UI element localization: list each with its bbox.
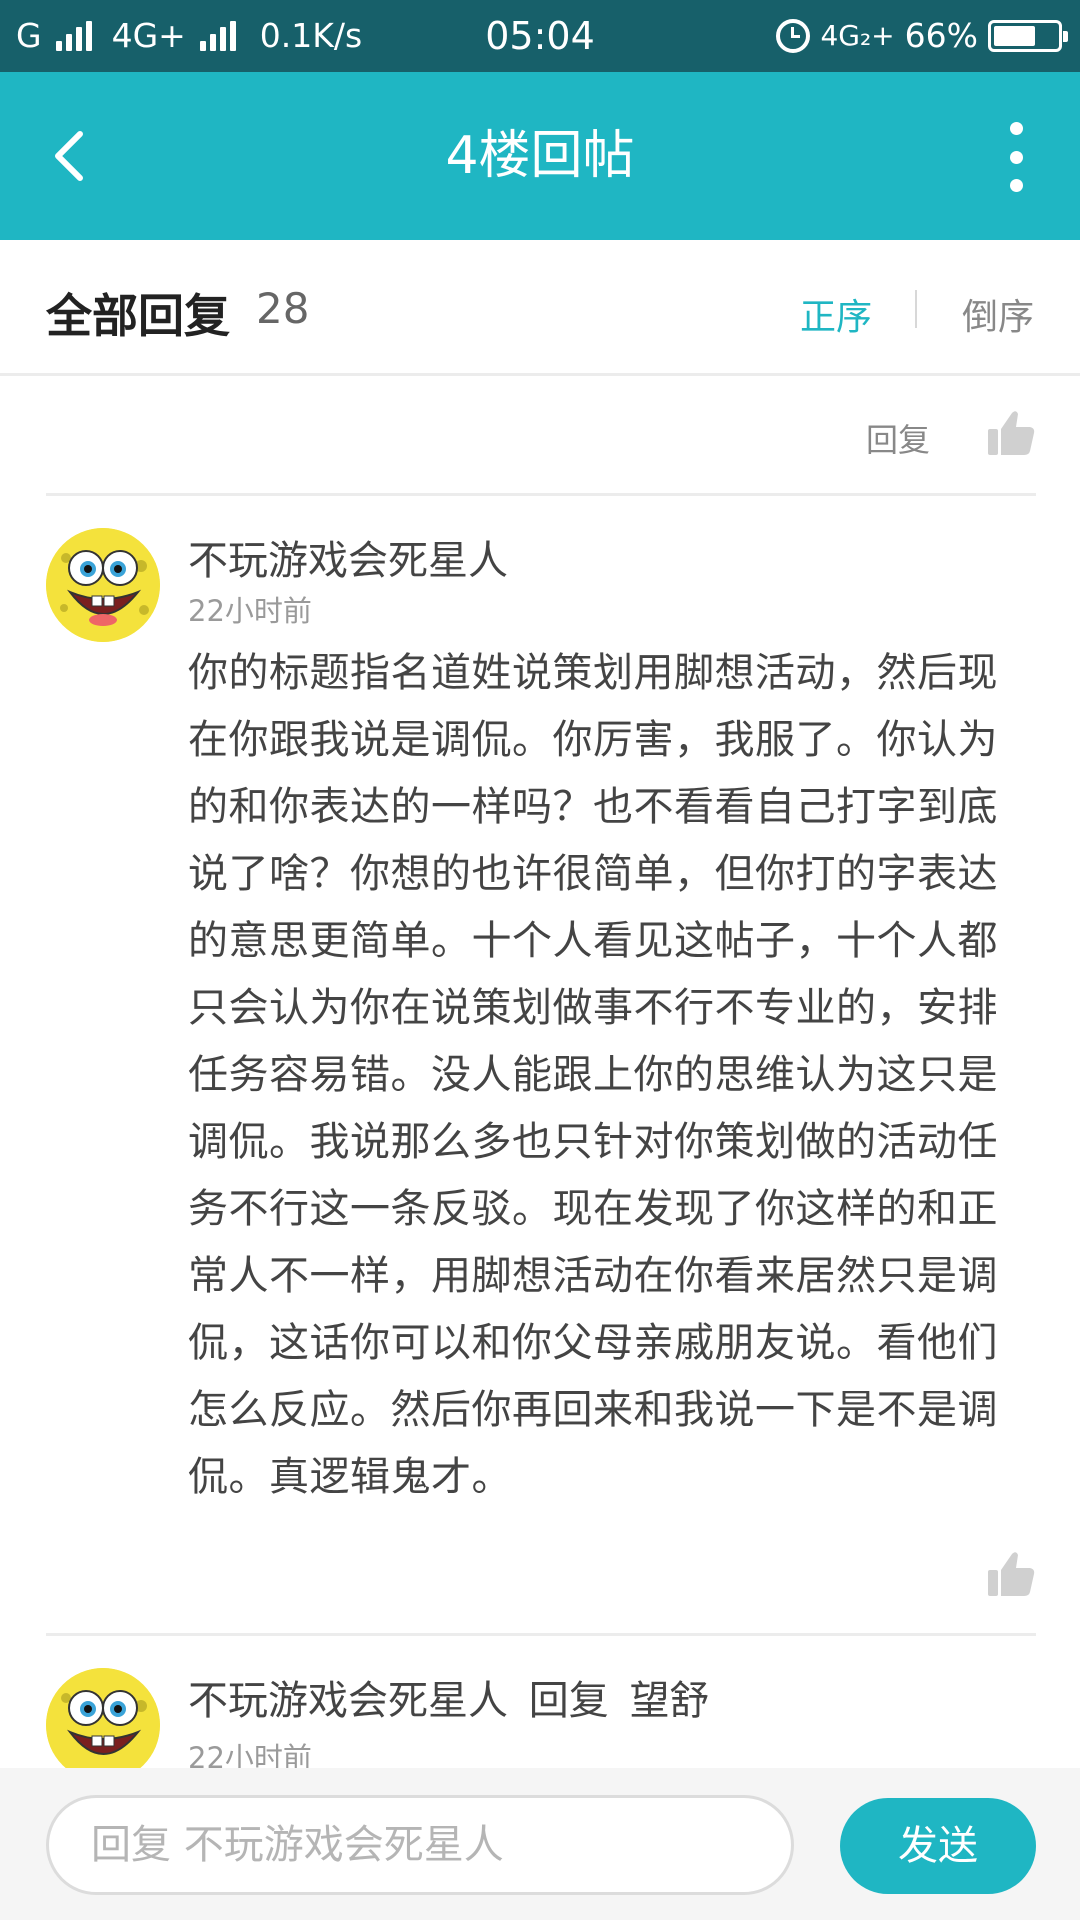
- thumbs-up-icon[interactable]: [986, 409, 1036, 457]
- divider: [46, 493, 1036, 496]
- reply-target[interactable]: 望舒: [629, 1678, 709, 1724]
- previous-item-actions: 回复: [0, 379, 1080, 493]
- send-button[interactable]: 发送: [840, 1798, 1036, 1894]
- spongebob-avatar-icon: [46, 528, 160, 642]
- comment-author[interactable]: 不玩游戏会死星人: [188, 1678, 508, 1724]
- sort-divider: [915, 290, 917, 328]
- spongebob-avatar-icon: [46, 1668, 160, 1782]
- avatar[interactable]: [46, 1668, 160, 1782]
- more-options-icon[interactable]: [996, 122, 1036, 192]
- sort-ascending-tab[interactable]: 正序: [800, 288, 872, 340]
- avatar[interactable]: [46, 528, 160, 642]
- divider: [46, 1633, 1036, 1636]
- comment-time: 22小时前: [188, 594, 312, 628]
- app-bar: 4楼回帖: [0, 72, 1080, 240]
- comment-author[interactable]: 不玩游戏会死星人: [188, 528, 508, 586]
- all-replies-title: 全部回复: [46, 289, 230, 343]
- page-title: 4楼回帖: [445, 126, 635, 186]
- battery-icon: [988, 20, 1068, 52]
- status-bar: G 4G+ 0.1K/s 05:04 4G₂+ 66%: [0, 0, 1080, 72]
- comment-body: 你的标题指名道姓说策划用脚想活动，然后现在你跟我说是调侃。你厉害，我服了。你认为…: [188, 650, 998, 1500]
- battery-percent: 66%: [904, 16, 978, 55]
- network-type-label: 4G₂+: [820, 19, 895, 52]
- alarm-icon: [776, 19, 811, 53]
- replies-header: 全部回复 28 正序 倒序: [0, 240, 1080, 376]
- sort-descending-tab[interactable]: 倒序: [962, 288, 1034, 340]
- comment-author-line: 不玩游戏会死星人 回复 望舒: [188, 1668, 709, 1726]
- thumbs-up-icon[interactable]: [986, 1550, 1036, 1598]
- reply-count: 28: [256, 284, 310, 333]
- battery-fill: [994, 26, 1035, 46]
- status-right: 4G₂+ 66%: [776, 0, 1068, 72]
- reply-input-bar: 回复 不玩游戏会死星人 发送: [0, 1768, 1080, 1920]
- reply-button[interactable]: 回复: [866, 415, 930, 461]
- reply-input[interactable]: 回复 不玩游戏会死星人: [46, 1795, 794, 1895]
- reply-word: 回复: [528, 1678, 609, 1724]
